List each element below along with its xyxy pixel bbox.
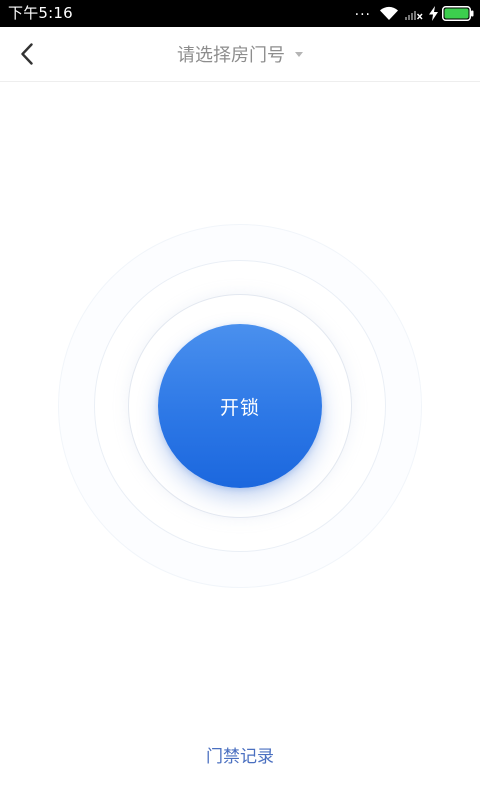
wifi-icon — [379, 6, 399, 21]
caret-down-icon — [295, 51, 303, 57]
unlock-label: 开锁 — [219, 396, 260, 419]
room-selector-label: 请选择房门号 — [177, 45, 285, 66]
status-bar: 下午5:16 ... — [0, 0, 480, 27]
chevron-left-icon — [21, 43, 33, 65]
charging-icon — [429, 6, 438, 21]
more-dots-icon: ... — [354, 2, 371, 19]
battery-icon — [442, 6, 474, 21]
status-icons: ... — [355, 0, 474, 27]
header: 请选择房门号 — [0, 27, 480, 82]
status-time: 下午5:16 — [8, 4, 73, 22]
room-selector-wrapper: 请选择房门号 — [0, 27, 480, 81]
unlock-button[interactable]: 开锁 — [158, 324, 322, 488]
signal-icon — [405, 7, 423, 20]
back-button[interactable] — [10, 36, 44, 72]
access-records-link[interactable]: 门禁记录 — [0, 742, 480, 767]
room-selector[interactable]: 请选择房门号 — [177, 41, 303, 67]
